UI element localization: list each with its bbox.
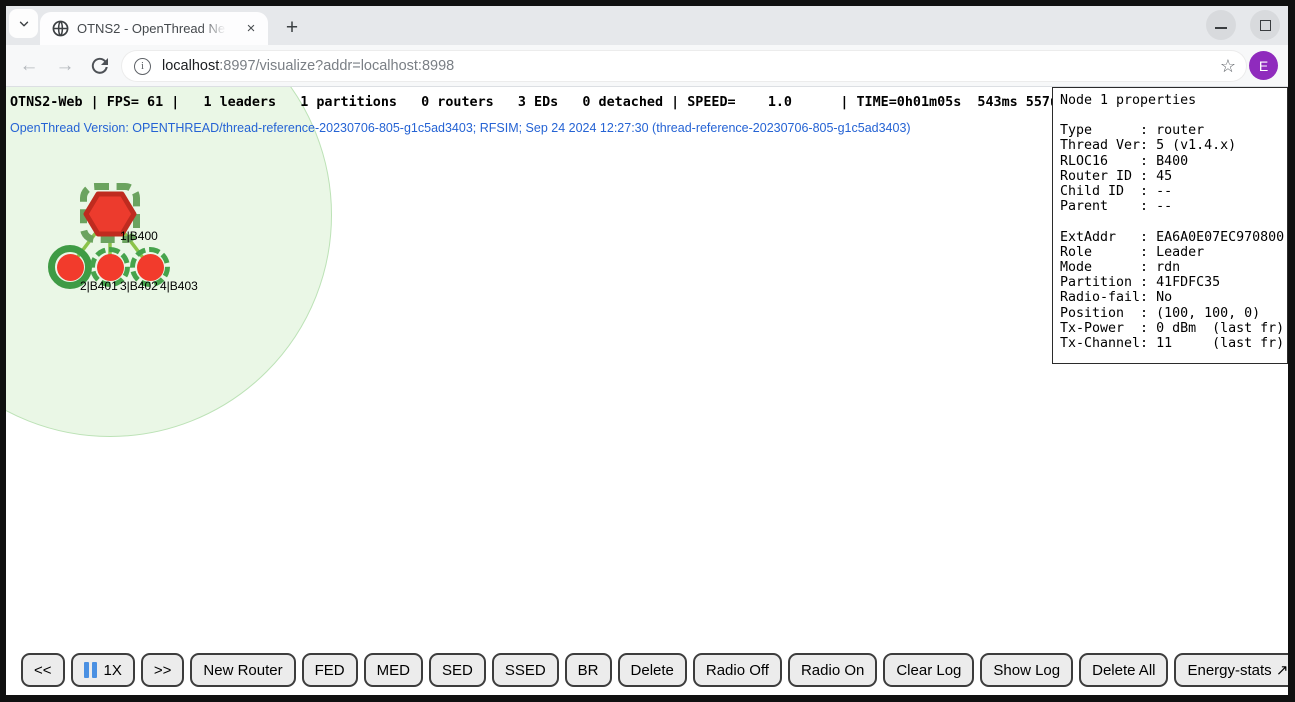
- url-path: :8997/visualize?addr=localhost:8998: [219, 58, 454, 74]
- radio-off-button[interactable]: Radio Off: [693, 653, 782, 687]
- new-router-button[interactable]: New Router: [190, 653, 295, 687]
- page-content: OTNS2-Web | FPS= 61 | 1 leaders 1 partit…: [6, 87, 1288, 645]
- minimize-button[interactable]: [1206, 10, 1236, 40]
- address-bar[interactable]: i localhost:8997/visualize?addr=localhos…: [122, 51, 1246, 81]
- minimize-icon: [1215, 27, 1227, 29]
- tab-close-icon[interactable]: ×: [242, 20, 260, 38]
- node-3-dot: [97, 254, 124, 281]
- maximize-icon: [1260, 20, 1271, 31]
- new-tab-button[interactable]: +: [278, 14, 306, 42]
- radio-on-button[interactable]: Radio On: [788, 653, 877, 687]
- tab-strip: OTNS2 - OpenThread Ne × +: [6, 6, 1288, 45]
- speed-up-button[interactable]: >>: [141, 653, 185, 687]
- pause-speed-button[interactable]: 1X: [71, 653, 135, 687]
- tab-list-button[interactable]: [9, 9, 38, 38]
- profile-avatar[interactable]: E: [1249, 51, 1278, 80]
- url-host: localhost: [162, 58, 219, 74]
- node-2-label: 2|B401: [80, 279, 118, 293]
- fed-button[interactable]: FED: [302, 653, 358, 687]
- speed-label: 1X: [104, 662, 122, 679]
- node-4-dot: [137, 254, 164, 281]
- forward-button[interactable]: →: [52, 53, 78, 79]
- chevron-down-icon: [17, 17, 31, 31]
- node-3-label: 3|B402: [120, 279, 158, 293]
- back-button[interactable]: ←: [16, 53, 42, 79]
- simulator-status-bar: OTNS2-Web | FPS= 61 | 1 leaders 1 partit…: [10, 95, 1066, 110]
- browser-tab[interactable]: OTNS2 - OpenThread Ne ×: [40, 12, 268, 45]
- navigation-bar: ← → i localhost:8997/visualize?addr=loca…: [6, 45, 1288, 87]
- node-properties-title: Node 1 properties: [1060, 93, 1280, 108]
- browser-window: OTNS2 - OpenThread Ne × + ← → i localhos…: [6, 6, 1288, 695]
- bookmark-star-icon[interactable]: ☆: [1220, 56, 1236, 77]
- delete-button[interactable]: Delete: [618, 653, 687, 687]
- speed-down-button[interactable]: <<: [21, 653, 65, 687]
- pause-icon: [84, 662, 97, 678]
- clear-log-button[interactable]: Clear Log: [883, 653, 974, 687]
- globe-favicon-icon: [52, 20, 69, 37]
- node-properties-panel: Node 1 properties Type : router Thread V…: [1052, 87, 1288, 364]
- url-text: localhost:8997/visualize?addr=localhost:…: [162, 58, 454, 74]
- energy-stats-button[interactable]: Energy-stats ↗: [1174, 653, 1288, 687]
- window-controls: [1206, 10, 1280, 40]
- node-4-label: 4|B403: [160, 279, 198, 293]
- ssed-button[interactable]: SSED: [492, 653, 559, 687]
- reload-button[interactable]: [88, 54, 112, 78]
- med-button[interactable]: MED: [364, 653, 423, 687]
- maximize-button[interactable]: [1250, 10, 1280, 40]
- node-2-dot: [57, 254, 84, 281]
- show-log-button[interactable]: Show Log: [980, 653, 1073, 687]
- node-1-label: 1|B400: [120, 229, 158, 243]
- tab-title: OTNS2 - OpenThread Ne: [77, 21, 229, 36]
- action-toolbar: << 1X >> New Router FED MED SED SSED BR …: [6, 645, 1288, 695]
- delete-all-button[interactable]: Delete All: [1079, 653, 1168, 687]
- sed-button[interactable]: SED: [429, 653, 486, 687]
- openthread-version-link[interactable]: OpenThread Version: OPENTHREAD/thread-re…: [10, 121, 911, 135]
- br-button[interactable]: BR: [565, 653, 612, 687]
- node-properties-body: Type : router Thread Ver: 5 (v1.4.x) RLO…: [1060, 123, 1280, 351]
- site-info-icon[interactable]: i: [134, 58, 151, 75]
